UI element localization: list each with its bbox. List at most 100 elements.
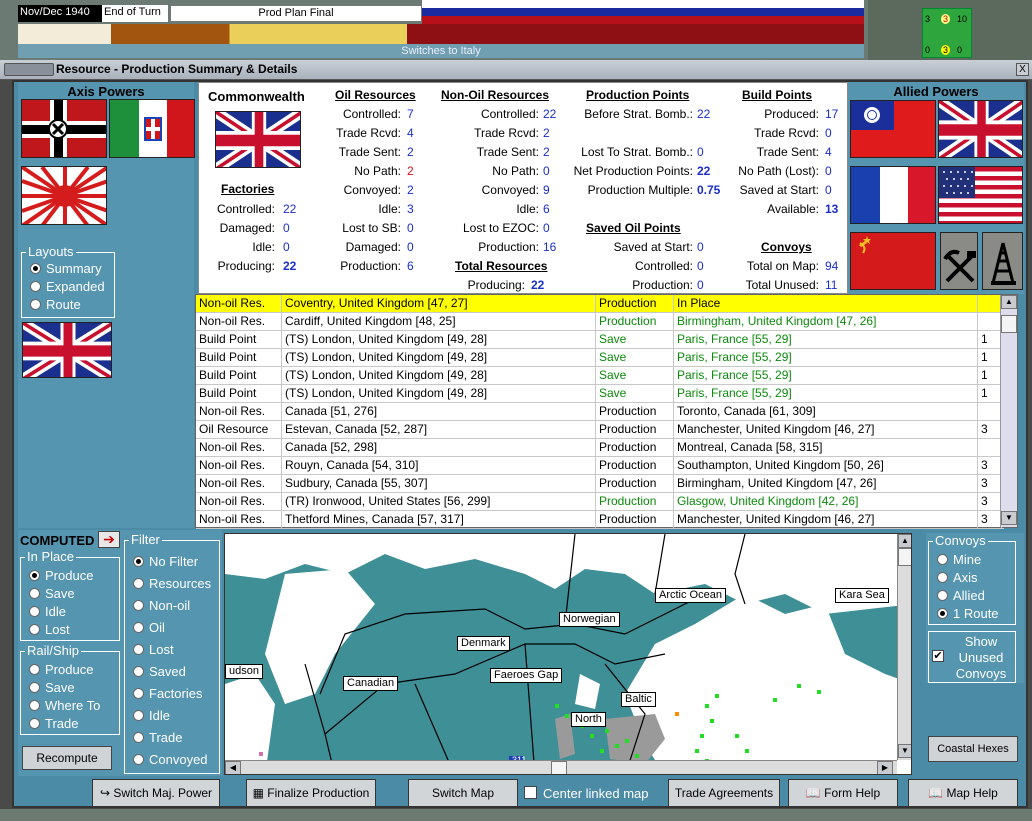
table-row[interactable]: Non-oil Res. Canada [52, 298] Production Mo… bbox=[196, 439, 1004, 457]
table-row[interactable]: Non-oil Res. Canada [51, 276] Production To… bbox=[196, 403, 1004, 421]
radio-icon bbox=[133, 578, 144, 589]
table-cell-action: Production bbox=[596, 403, 674, 421]
filter-option[interactable]: No Filter bbox=[133, 554, 198, 570]
table-row[interactable]: Oil Resource Estevan, Canada [52, 287] Pro… bbox=[196, 421, 1004, 439]
in-place-option[interactable]: Idle bbox=[29, 604, 66, 620]
table-cell-loc: Sudbury, Canada [55, 307] bbox=[282, 475, 596, 493]
rail-ship-option[interactable]: Where To bbox=[29, 698, 100, 714]
filter-option[interactable]: Saved bbox=[133, 664, 186, 680]
map-label: North bbox=[571, 712, 606, 727]
table-cell-n: 3 bbox=[978, 493, 1002, 511]
usa-flag-icon[interactable] bbox=[938, 166, 1023, 224]
scroll-up-button[interactable]: ▲ bbox=[898, 534, 911, 548]
convoy-option[interactable]: Mine bbox=[937, 552, 981, 568]
form-help-button[interactable]: 📖 Form Help bbox=[788, 779, 898, 807]
stat-value: 0 bbox=[825, 183, 832, 197]
filter-option[interactable]: Factories bbox=[133, 686, 202, 702]
stat-label: Trade Rcvd: bbox=[754, 126, 819, 140]
scroll-thumb[interactable] bbox=[898, 548, 911, 566]
scroll-right-button[interactable]: ▶ bbox=[877, 761, 893, 774]
uk-flag-icon[interactable] bbox=[938, 100, 1023, 158]
convoy-option[interactable]: Allied bbox=[937, 588, 985, 604]
scroll-left-button[interactable]: ◀ bbox=[225, 761, 241, 774]
bottom-status-bar bbox=[0, 809, 1032, 821]
filter-option[interactable]: Idle bbox=[133, 708, 170, 724]
map-label: Arctic Ocean bbox=[655, 588, 726, 603]
filter-option[interactable]: Non-oil bbox=[133, 598, 190, 614]
table-row[interactable]: Build Point (TS) London, United Kingdom [… bbox=[196, 349, 1004, 367]
table-scrollbar[interactable]: ▲ ▼ bbox=[1000, 295, 1017, 527]
map-horizontal-scrollbar[interactable]: ◀ ▶ bbox=[225, 760, 897, 774]
recompute-button[interactable]: Recompute bbox=[22, 746, 112, 770]
filter-option[interactable]: Trade bbox=[133, 730, 182, 746]
stat-label: Trade Sent: bbox=[338, 145, 401, 159]
before-strat-value: 22 bbox=[697, 107, 711, 121]
scroll-thumb[interactable] bbox=[551, 761, 567, 774]
table-cell-loc: Coventry, United Kingdom [47, 27] bbox=[282, 295, 596, 313]
close-button[interactable]: X bbox=[1016, 63, 1029, 76]
center-linked-map-checkbox[interactable] bbox=[524, 786, 537, 799]
prod-plan-status[interactable]: Prod Plan Final bbox=[170, 5, 422, 22]
option-label: Convoyed bbox=[149, 752, 208, 767]
map-label: Denmark bbox=[457, 636, 510, 651]
rail-ship-option[interactable]: Produce bbox=[29, 662, 93, 678]
convoy-option[interactable]: 1 Route bbox=[937, 606, 999, 622]
checkbox-checked-icon[interactable]: ✔ bbox=[932, 650, 944, 662]
filter-option[interactable]: Oil bbox=[133, 620, 165, 636]
rail-ship-option[interactable]: Save bbox=[29, 680, 75, 696]
scroll-down-button[interactable]: ▼ bbox=[1001, 511, 1017, 525]
convoy-option[interactable]: Axis bbox=[937, 570, 978, 586]
scroll-down-button[interactable]: ▼ bbox=[898, 744, 911, 758]
switch-map-button[interactable]: Switch Map bbox=[408, 779, 518, 807]
table-row[interactable]: Non-oil Res. Thetford Mines, Canada [57, … bbox=[196, 511, 1004, 529]
computed-arrow-button[interactable]: ➔ bbox=[98, 531, 120, 548]
show-unused-convoys-toggle[interactable]: ✔ Show Unused Convoys bbox=[928, 631, 1016, 683]
coastal-hexes-button[interactable]: Coastal Hexes bbox=[928, 736, 1018, 762]
mining-resource-icon[interactable] bbox=[940, 232, 978, 290]
scroll-up-button[interactable]: ▲ bbox=[1001, 295, 1017, 309]
china-flag-icon[interactable] bbox=[850, 100, 936, 158]
table-row[interactable]: Build Point (TS) London, United Kingdom [… bbox=[196, 367, 1004, 385]
end-of-turn-label[interactable]: End of Turn bbox=[102, 5, 168, 22]
ussr-flag-icon[interactable] bbox=[850, 232, 936, 290]
unit-counter-icon[interactable]: 3 3 10 0 3 0 bbox=[922, 8, 972, 58]
finalize-production-button[interactable]: ▦ Finalize Production bbox=[246, 779, 376, 807]
italy-flag-icon[interactable] bbox=[109, 99, 195, 158]
window-menu-button[interactable] bbox=[4, 63, 54, 76]
filter-option[interactable]: Convoyed bbox=[133, 752, 208, 768]
germany-flag-icon[interactable] bbox=[21, 99, 107, 158]
center-linked-map-label: Center linked map bbox=[543, 786, 649, 801]
table-row[interactable]: Build Point (TS) London, United Kingdom [… bbox=[196, 385, 1004, 403]
table-row[interactable]: Build Point (TS) London, United Kingdom [… bbox=[196, 331, 1004, 349]
filter-option[interactable]: Resources bbox=[133, 576, 211, 592]
map-help-button[interactable]: 📖 Map Help bbox=[908, 779, 1018, 807]
stat-label: Convoyed: bbox=[481, 183, 539, 197]
in-place-option[interactable]: Save bbox=[29, 586, 75, 602]
counter-value: 10 bbox=[957, 14, 968, 24]
japan-flag-icon[interactable] bbox=[21, 166, 107, 225]
trade-agreements-button[interactable]: Trade Agreements bbox=[668, 779, 780, 807]
summary-panel: Commonwealth Factories Controlled: 22 Dama… bbox=[198, 82, 848, 294]
strategic-map[interactable]: Arctic Ocean Kara Sea Norwegian Denmark … bbox=[224, 533, 912, 775]
layout-option-summary[interactable]: Summary bbox=[30, 261, 102, 277]
oil-derrick-icon[interactable] bbox=[982, 232, 1023, 290]
radio-icon bbox=[133, 600, 144, 611]
table-cell-action: Save bbox=[596, 349, 674, 367]
france-flag-icon[interactable] bbox=[850, 166, 936, 224]
layout-option-expanded[interactable]: Expanded bbox=[30, 279, 105, 295]
rail-ship-option[interactable]: Trade bbox=[29, 716, 78, 732]
scroll-thumb[interactable] bbox=[1001, 315, 1017, 333]
uk-flag-icon[interactable] bbox=[22, 322, 112, 378]
table-row[interactable]: Non-oil Res. Cardiff, United Kingdom [48,… bbox=[196, 313, 1004, 331]
in-place-option[interactable]: Lost bbox=[29, 622, 70, 638]
map-vertical-scrollbar[interactable]: ▲ ▼ bbox=[897, 534, 911, 760]
production-detail-table[interactable]: Non-oil Res. Coventry, United Kingdom [47… bbox=[195, 294, 1018, 529]
table-row[interactable]: Non-oil Res. Rouyn, Canada [54, 310] Produ… bbox=[196, 457, 1004, 475]
switch-major-power-button[interactable]: ↪ Switch Maj. Power bbox=[92, 779, 220, 807]
in-place-option[interactable]: Produce bbox=[29, 568, 93, 584]
layout-option-route[interactable]: Route bbox=[30, 297, 81, 313]
table-row[interactable]: Non-oil Res. (TR) Ironwood, United States… bbox=[196, 493, 1004, 511]
table-row[interactable]: Non-oil Res. Sudbury, Canada [55, 307] Pro… bbox=[196, 475, 1004, 493]
table-row[interactable]: Non-oil Res. Coventry, United Kingdom [47… bbox=[196, 295, 1004, 313]
filter-option[interactable]: Lost bbox=[133, 642, 174, 658]
